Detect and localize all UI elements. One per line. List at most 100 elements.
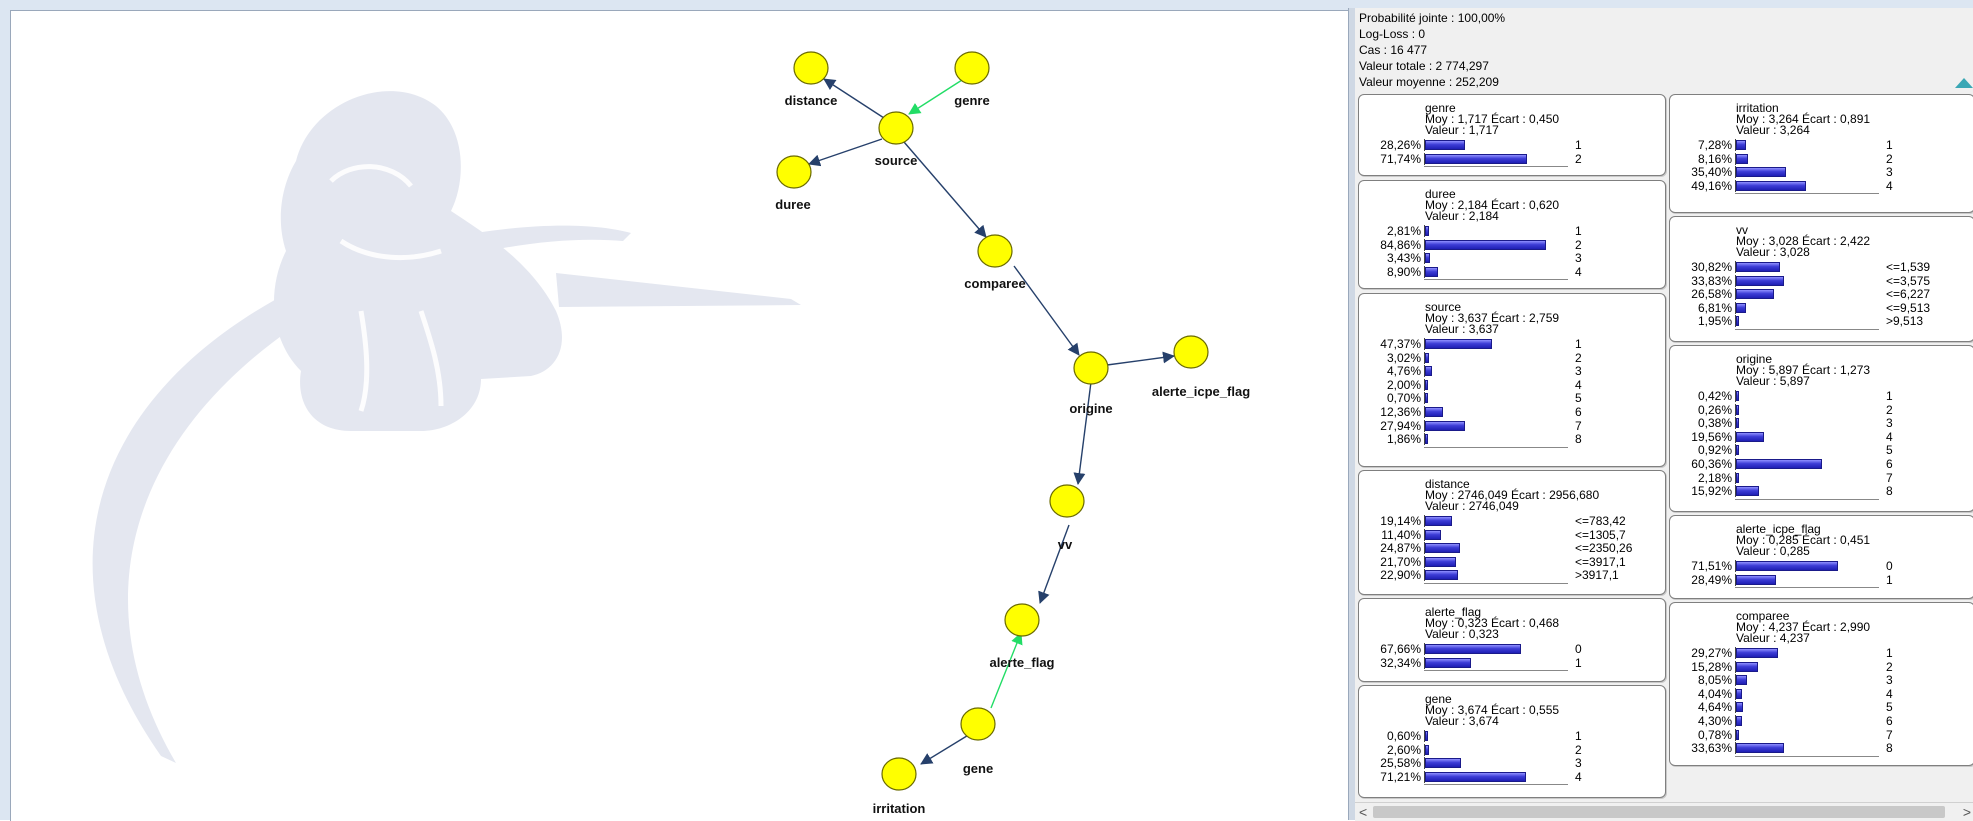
state-row[interactable]: 0,78% 7: [1670, 727, 1973, 742]
state-row[interactable]: 71,21% 4: [1359, 770, 1665, 783]
state-row[interactable]: 6,81% <=9,513: [1670, 300, 1973, 315]
monitor-source[interactable]: source Moy : 3,637 Écart : 2,759 Valeur : …: [1358, 293, 1666, 467]
state-row[interactable]: 12,36% 6: [1359, 406, 1665, 418]
state-row[interactable]: 2,00% 4: [1359, 377, 1665, 392]
state-row[interactable]: 25,58% 3: [1359, 756, 1665, 771]
state-probability: 0,78%: [1697, 727, 1732, 742]
node-comparee[interactable]: comparee: [964, 234, 1026, 291]
node-duree[interactable]: duree: [775, 155, 812, 212]
state-row[interactable]: 21,70% <=3917,1: [1359, 555, 1665, 568]
state-row[interactable]: 11,40% <=1305,7: [1359, 527, 1665, 542]
state-row[interactable]: 8,05% 3: [1670, 674, 1973, 687]
state-probability: 0,38%: [1697, 416, 1732, 431]
node-genre[interactable]: genre: [954, 51, 990, 108]
state-row[interactable]: 47,37% 1: [1359, 338, 1665, 350]
state-row[interactable]: 2,18% 7: [1670, 471, 1973, 484]
scroll-left-icon[interactable]: <: [1359, 804, 1367, 820]
scroll-right-icon[interactable]: >: [1963, 804, 1971, 820]
state-probability: 33,63%: [1691, 741, 1732, 756]
monitor-comparee[interactable]: comparee Moy : 4,237 Écart : 2,990 Valeur …: [1669, 602, 1973, 766]
monitor-duree[interactable]: duree Moy : 2,184 Écart : 0,620 Valeur : 2…: [1358, 180, 1666, 289]
state-row[interactable]: 71,74% 2: [1359, 152, 1665, 165]
state-row[interactable]: 0,60% 1: [1359, 730, 1665, 742]
scrollbar-thumb[interactable]: [1373, 806, 1945, 818]
state-row[interactable]: 1,95% >9,513: [1670, 315, 1973, 328]
state-row[interactable]: 19,56% 4: [1670, 430, 1973, 443]
node-label-gene: gene: [963, 761, 993, 776]
probability-bar-track: [1424, 730, 1567, 742]
state-row[interactable]: 49,16% 4: [1670, 179, 1973, 192]
state-row[interactable]: 29,27% 1: [1670, 647, 1973, 659]
state-row[interactable]: 26,58% <=6,227: [1670, 288, 1973, 301]
state-label: 5: [1886, 443, 1893, 458]
state-row[interactable]: 35,40% 3: [1670, 166, 1973, 179]
state-row[interactable]: 0,92% 5: [1670, 443, 1973, 458]
state-label: 2: [1886, 659, 1893, 674]
monitor-distance[interactable]: distance Moy : 2746,049 Écart : 2956,680 V…: [1358, 470, 1666, 595]
state-row[interactable]: 0,42% 1: [1670, 390, 1973, 402]
state-row[interactable]: 8,16% 2: [1670, 152, 1973, 165]
node-alerte-icpe-flag[interactable]: alerte_icpe_flag: [1152, 335, 1250, 399]
state-row[interactable]: 3,43% 3: [1359, 252, 1665, 265]
node-origine[interactable]: origine: [1069, 351, 1113, 416]
state-probability: 2,00%: [1386, 377, 1421, 392]
state-row[interactable]: 7,28% 1: [1670, 139, 1973, 151]
state-row[interactable]: 2,81% 1: [1359, 225, 1665, 237]
node-label-distance: distance: [785, 93, 838, 108]
monitor-alerte-flag[interactable]: alerte_flag Moy : 0,323 Écart : 0,468 Vale…: [1358, 598, 1666, 682]
state-row[interactable]: 30,82% <=1,539: [1670, 261, 1973, 273]
state-probability: 11,40%: [1381, 527, 1421, 542]
node-distance[interactable]: distance: [785, 51, 838, 108]
state-row[interactable]: 19,14% <=783,42: [1359, 515, 1665, 527]
monitor-genre[interactable]: genre Moy : 1,717 Écart : 0,450 Valeur : 1…: [1358, 94, 1666, 176]
state-row[interactable]: 28,26% 1: [1359, 139, 1665, 151]
state-probability: 24,87%: [1380, 541, 1421, 556]
collapse-triangle-icon[interactable]: [1955, 78, 1973, 88]
monitor-irritation[interactable]: irritation Moy : 3,264 Écart : 0,891 Valeu…: [1669, 94, 1973, 213]
state-row[interactable]: 27,94% 7: [1359, 419, 1665, 432]
state-row[interactable]: 0,38% 3: [1670, 416, 1973, 431]
state-probability: 8,90%: [1386, 264, 1421, 279]
horizontal-scrollbar[interactable]: < >: [1355, 802, 1973, 821]
state-row[interactable]: 1,86% 8: [1359, 433, 1665, 446]
state-row[interactable]: 32,34% 1: [1359, 656, 1665, 669]
node-alerte-flag[interactable]: alerte_flag: [989, 603, 1055, 670]
probability-bar: [1736, 289, 1774, 300]
state-row[interactable]: 4,04% 4: [1670, 687, 1973, 700]
monitor-alerte-icpe-flag[interactable]: alerte_icpe_flag Moy : 0,285 Écart : 0,45…: [1669, 515, 1973, 599]
monitor-value: Valeur : 3,264: [1736, 123, 1810, 137]
state-row[interactable]: 0,26% 2: [1670, 403, 1973, 416]
node-irritation[interactable]: irritation: [873, 757, 926, 816]
node-vv[interactable]: vv: [1049, 484, 1085, 552]
state-row[interactable]: 60,36% 6: [1670, 458, 1973, 470]
state-row[interactable]: 33,63% 8: [1670, 741, 1973, 756]
state-row[interactable]: 33,83% <=3,575: [1670, 274, 1973, 287]
node-label-duree: duree: [775, 197, 810, 212]
monitor-vv[interactable]: vv Moy : 3,028 Écart : 2,422 Valeur : 3,02…: [1669, 216, 1973, 342]
state-row[interactable]: 2,60% 2: [1359, 743, 1665, 756]
state-row[interactable]: 24,87% <=2350,26: [1359, 541, 1665, 556]
node-gene[interactable]: gene: [960, 707, 996, 776]
state-row[interactable]: 4,64% 5: [1670, 701, 1973, 714]
state-row[interactable]: 67,66% 0: [1359, 643, 1665, 655]
state-row[interactable]: 15,28% 2: [1670, 659, 1973, 674]
mean-value: Valeur moyenne : 252,209: [1359, 75, 1499, 89]
state-row[interactable]: 28,49% 1: [1670, 573, 1973, 586]
monitor-gene[interactable]: gene Moy : 3,674 Écart : 0,555 Valeur : 3,…: [1358, 685, 1666, 798]
thinker-watermark-logo: [92, 91, 801, 763]
state-label: <=9,513: [1886, 300, 1931, 315]
monitor-origine[interactable]: origine Moy : 5,897 Écart : 1,273 Valeur :…: [1669, 345, 1973, 512]
state-row[interactable]: 8,90% 4: [1359, 264, 1665, 279]
network-graph-pane[interactable]: distance genre source duree comparee ori…: [10, 10, 1349, 821]
state-row[interactable]: 3,02% 2: [1359, 351, 1665, 364]
state-row[interactable]: 0,70% 5: [1359, 392, 1665, 405]
state-row[interactable]: 4,30% 6: [1670, 715, 1973, 727]
monitor-value: Valeur : 3,028: [1736, 245, 1810, 259]
state-row[interactable]: 4,76% 3: [1359, 365, 1665, 378]
state-row[interactable]: 22,90% >3917,1: [1359, 569, 1665, 582]
state-row[interactable]: 15,92% 8: [1670, 485, 1973, 498]
state-label: 4: [1575, 377, 1582, 392]
state-probability: 25,58%: [1380, 756, 1421, 771]
state-row[interactable]: 71,51% 0: [1670, 560, 1973, 572]
state-row[interactable]: 84,86% 2: [1359, 238, 1665, 251]
